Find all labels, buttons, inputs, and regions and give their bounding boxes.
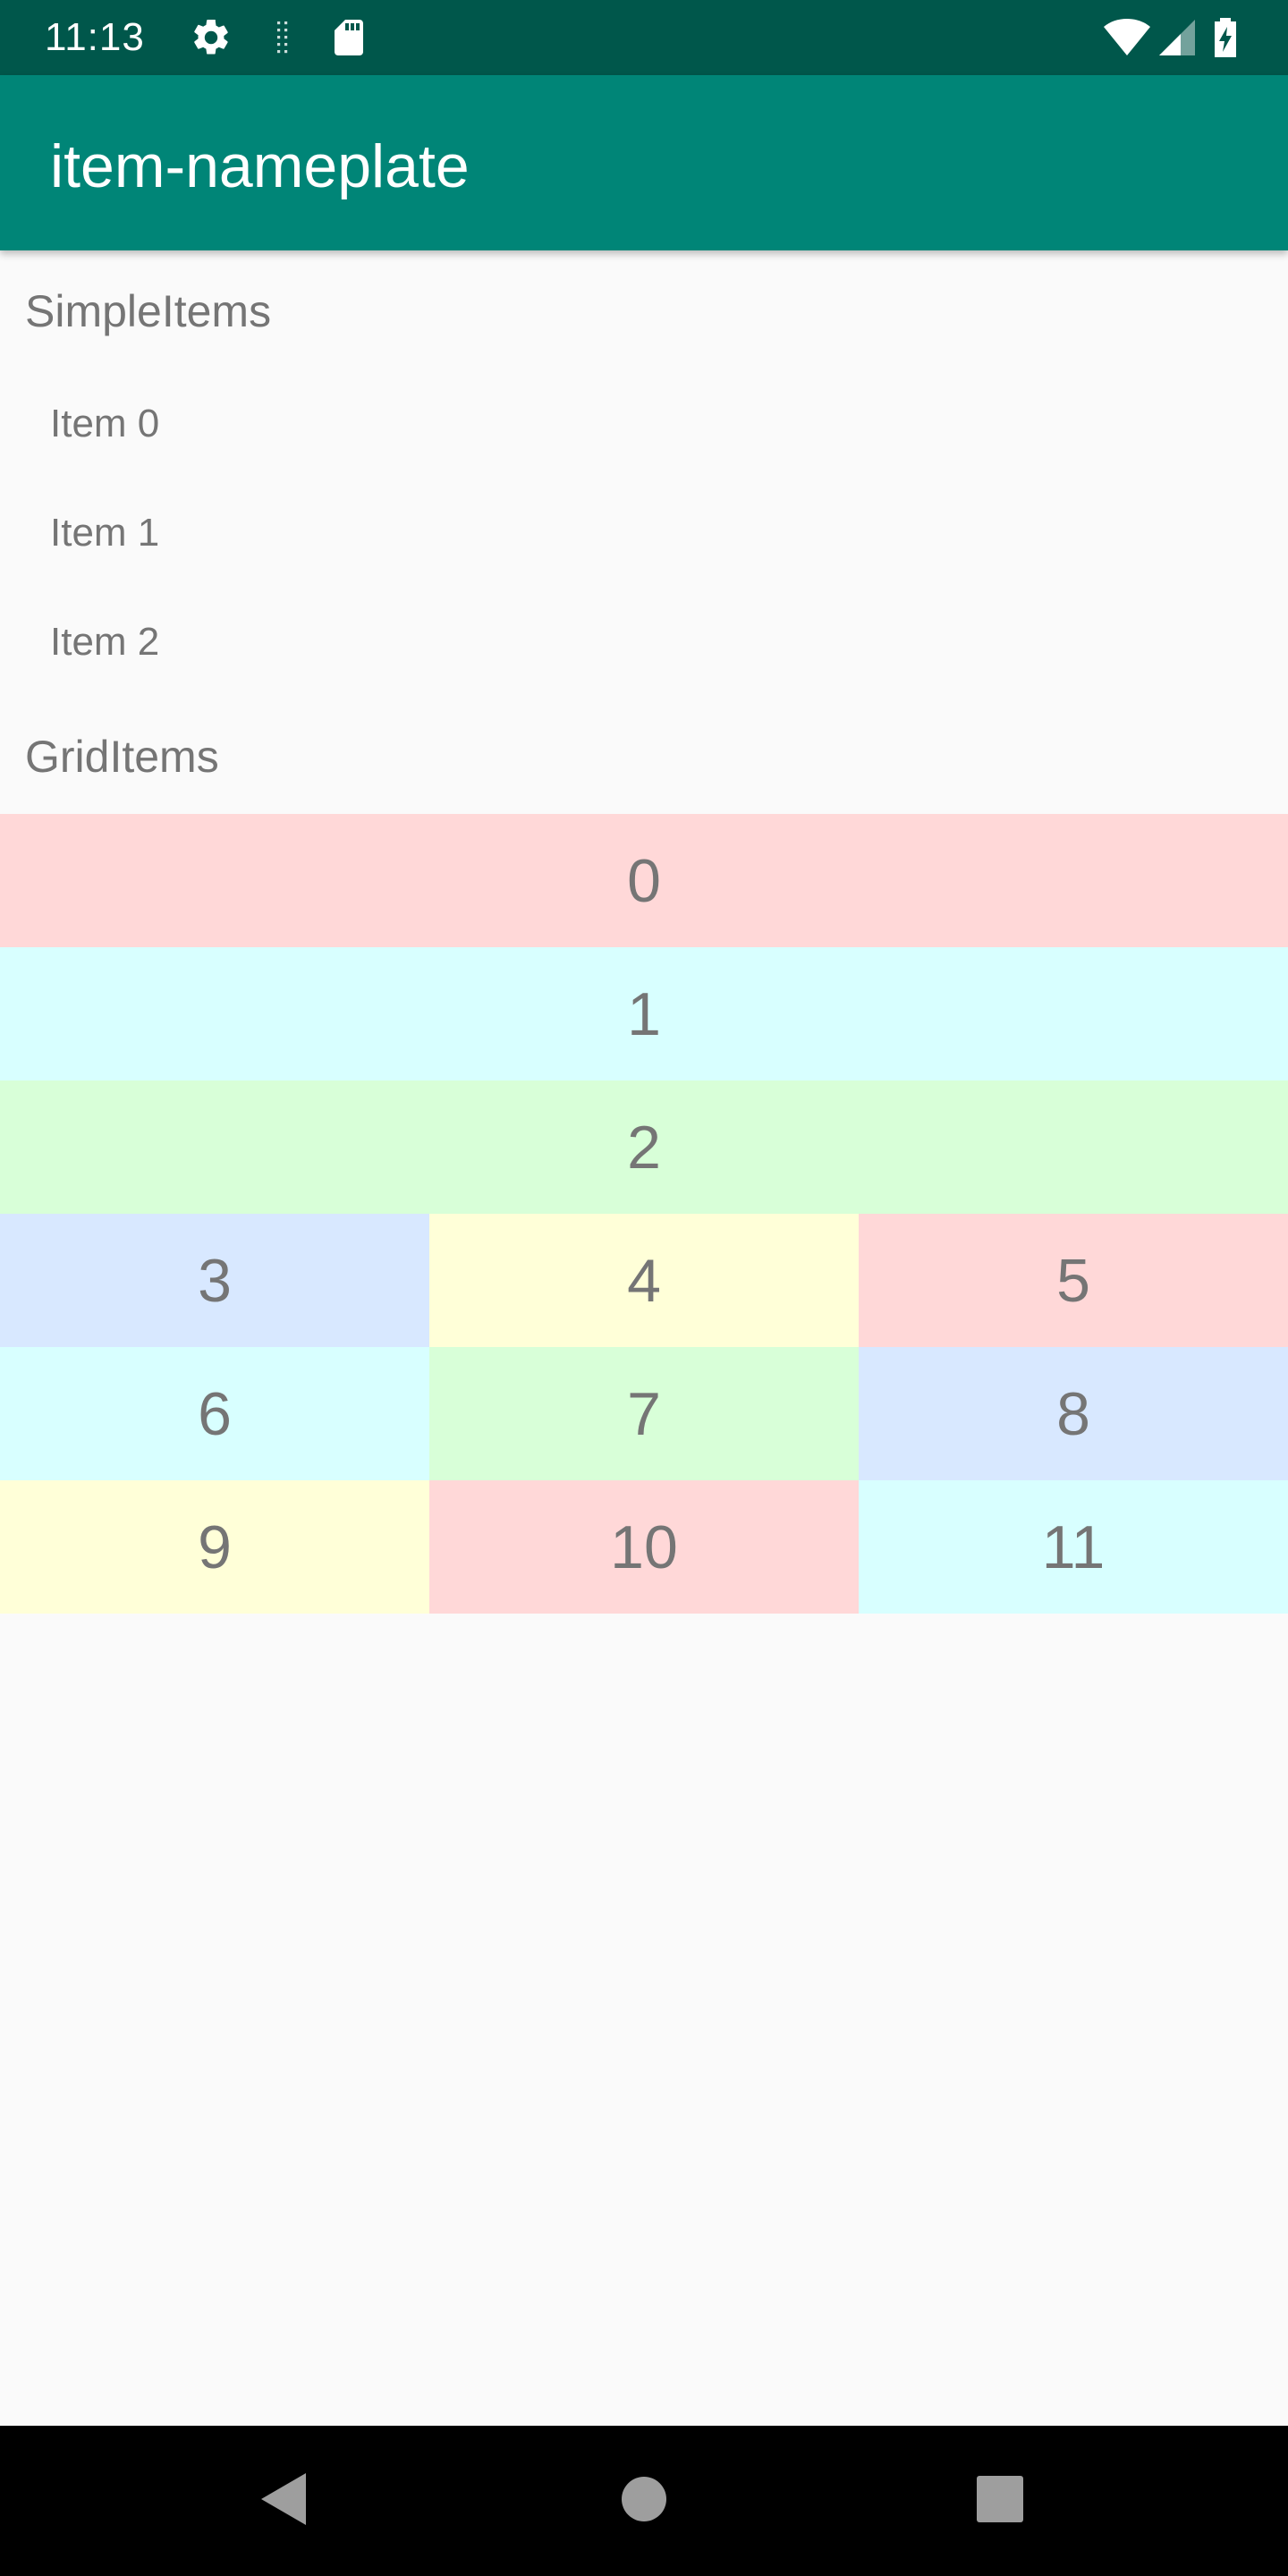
- grid-cell[interactable]: 0: [0, 814, 1288, 947]
- grid-cell[interactable]: 8: [859, 1347, 1288, 1480]
- sd-card-icon: [327, 16, 370, 59]
- status-time: 11:13: [45, 15, 145, 59]
- grid-cell[interactable]: 11: [859, 1480, 1288, 1614]
- grid-cell[interactable]: 10: [429, 1480, 859, 1614]
- list-item[interactable]: Item 2: [50, 617, 159, 667]
- list-item[interactable]: Item 1: [50, 508, 159, 558]
- grid-cell[interactable]: 7: [429, 1347, 859, 1480]
- grid-cell[interactable]: 6: [0, 1347, 429, 1480]
- home-button[interactable]: [605, 2462, 683, 2540]
- grid-cell[interactable]: 5: [859, 1214, 1288, 1347]
- home-icon: [620, 2475, 668, 2528]
- cell-signal-icon: [1156, 16, 1199, 59]
- battery-charging-icon: [1208, 16, 1243, 59]
- navigation-bar: [0, 2426, 1288, 2576]
- network-activity-icon: [261, 16, 304, 59]
- grid-cell[interactable]: 9: [0, 1480, 429, 1614]
- grid-cell[interactable]: 2: [0, 1080, 1288, 1214]
- app-title: item-nameplate: [50, 132, 470, 200]
- app-bar: item-nameplate: [0, 75, 1288, 250]
- grid-cell[interactable]: 1: [0, 947, 1288, 1080]
- section-header-grid-items: GridItems: [25, 732, 219, 782]
- wifi-icon: [1102, 16, 1152, 59]
- list-item[interactable]: Item 0: [50, 399, 159, 449]
- back-button[interactable]: [243, 2462, 322, 2540]
- section-header-simple-items: SimpleItems: [25, 286, 272, 336]
- grid-cell[interactable]: 4: [429, 1214, 859, 1347]
- recents-button[interactable]: [961, 2462, 1039, 2540]
- grid-cell[interactable]: 3: [0, 1214, 429, 1347]
- back-icon: [256, 2470, 309, 2533]
- gear-icon: [190, 16, 233, 59]
- recents-icon: [976, 2475, 1024, 2528]
- status-bar: 11:13: [0, 0, 1288, 75]
